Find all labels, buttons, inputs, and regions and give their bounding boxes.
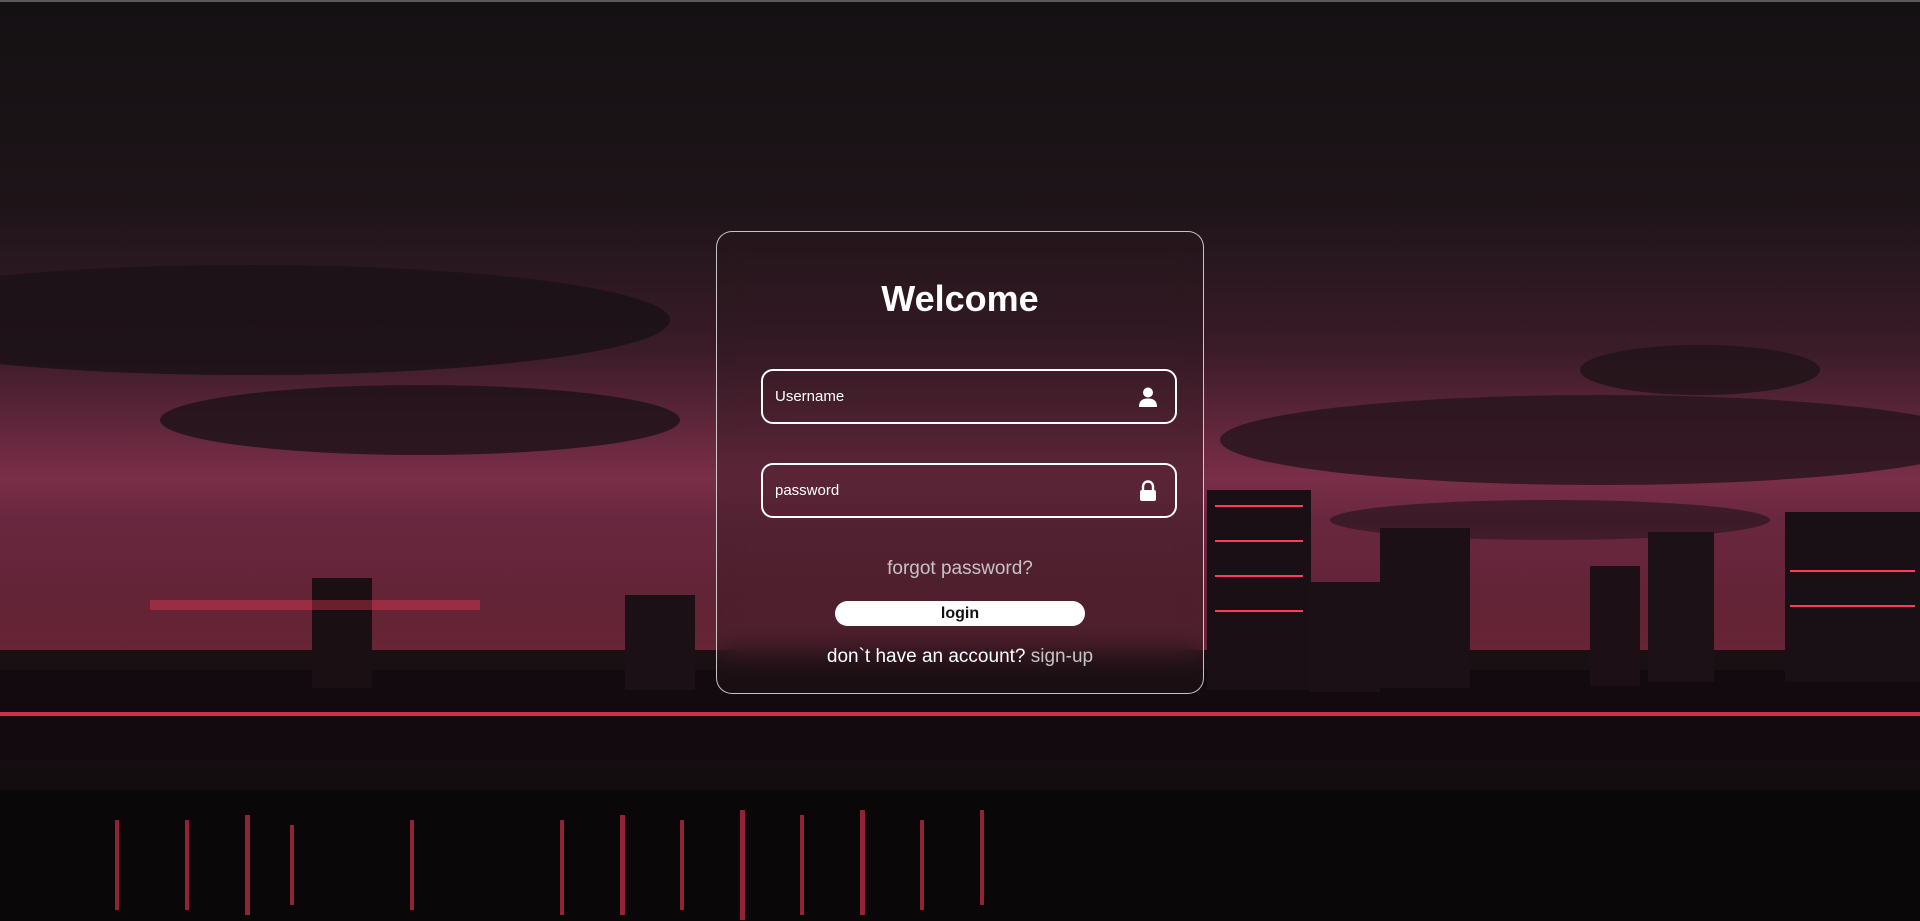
- forgot-password-link[interactable]: forgot password?: [717, 558, 1203, 580]
- password-field[interactable]: [761, 463, 1177, 518]
- signup-row: don`t have an account? sign-up: [717, 646, 1203, 668]
- welcome-title: Welcome: [881, 278, 1039, 319]
- signup-link[interactable]: sign-up: [1031, 646, 1093, 667]
- username-field[interactable]: [761, 369, 1177, 424]
- top-border: [0, 0, 1920, 2]
- login-button[interactable]: login: [835, 601, 1085, 626]
- signup-prompt: don`t have an account?: [826, 646, 1026, 667]
- login-card: Welcome forgot password? login don`t hav…: [716, 231, 1204, 694]
- lock-icon: [1140, 480, 1156, 501]
- user-icon: [1139, 387, 1157, 407]
- username-input[interactable]: [775, 371, 1115, 422]
- password-input[interactable]: [775, 465, 1115, 516]
